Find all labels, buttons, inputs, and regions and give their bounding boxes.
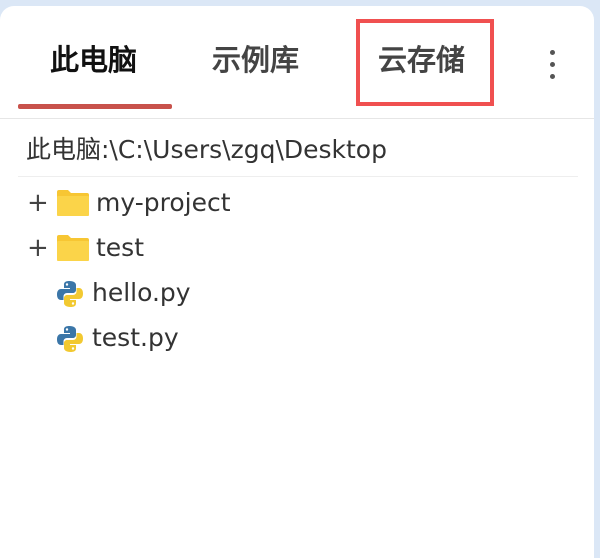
tree-item-label: test.py <box>92 323 179 352</box>
folder-icon <box>57 235 89 261</box>
more-menu-icon[interactable] <box>538 46 566 82</box>
tree-item-hello-py[interactable]: hello.py <box>0 272 594 317</box>
tab-examples[interactable]: 示例库 <box>212 38 299 82</box>
tab-divider <box>0 118 594 119</box>
expand-icon[interactable]: + <box>27 233 49 263</box>
file-tree: + my-project + test hello.py test.py <box>0 182 594 362</box>
python-file-icon <box>57 326 83 352</box>
tree-item-label: test <box>96 233 145 262</box>
tree-item-label: hello.py <box>92 278 191 307</box>
expand-icon[interactable]: + <box>27 188 49 218</box>
tab-this-pc[interactable]: 此电脑 <box>50 38 137 82</box>
file-browser-panel: 此电脑 示例库 云存储 此电脑:\C:\Users\zgq\Desktop + … <box>0 6 594 558</box>
tree-item-test-py[interactable]: test.py <box>0 317 594 362</box>
current-path: 此电脑:\C:\Users\zgq\Desktop <box>26 135 387 164</box>
active-tab-indicator <box>18 104 172 109</box>
tab-bar: 此电脑 示例库 云存储 <box>0 6 594 112</box>
tree-item-label: my-project <box>96 188 231 217</box>
tab-cloud-storage[interactable]: 云存储 <box>378 38 465 82</box>
python-file-icon <box>57 281 83 307</box>
folder-icon <box>57 190 89 216</box>
tree-item-test-folder[interactable]: + test <box>0 227 594 272</box>
path-divider <box>18 176 578 177</box>
tree-item-my-project[interactable]: + my-project <box>0 182 594 227</box>
